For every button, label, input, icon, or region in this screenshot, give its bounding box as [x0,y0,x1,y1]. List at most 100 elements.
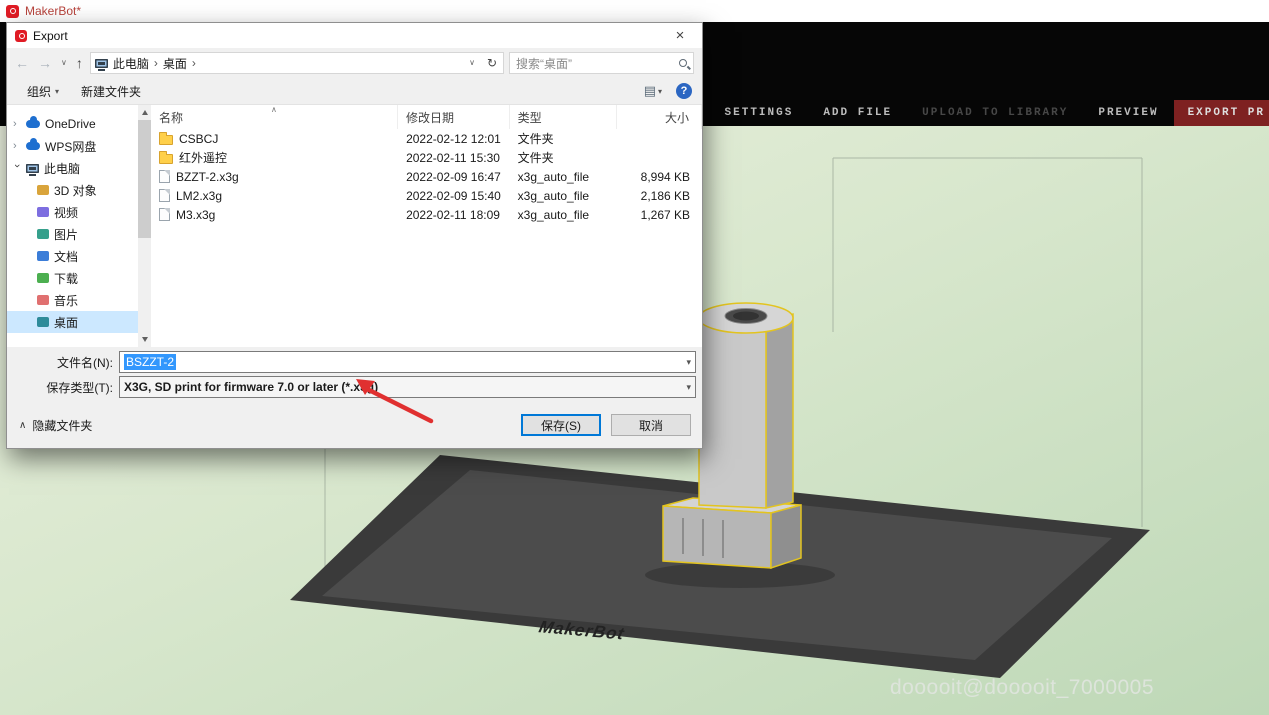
search-input[interactable]: 搜索“桌面” [509,52,694,74]
file-type: x3g_auto_file [510,208,618,222]
organize-menu[interactable]: 组织 ▾ [27,83,59,100]
save-button[interactable]: 保存(S) [521,414,601,436]
search-icon [679,59,687,67]
sidebar-label: OneDrive [45,117,96,131]
file-icon [159,208,170,221]
expand-chevron-icon[interactable]: › [13,140,21,152]
chevron-down-icon: ▾ [55,87,59,96]
back-icon[interactable]: ← [13,56,31,70]
toolbar-export-print-file[interactable]: EXPORT PR [1174,100,1269,126]
sidebar-item-videos[interactable]: 视频 [7,201,138,223]
sidebar-item-music[interactable]: 音乐 [7,289,138,311]
help-icon[interactable]: ? [676,83,692,99]
search-placeholder: 搜索“桌面” [516,55,675,72]
file-row[interactable]: CSBCJ 2022-02-12 12:01 文件夹 [151,129,702,148]
videos-icon [37,207,49,217]
view-options-icon[interactable]: ▤▾ [644,83,662,99]
sidebar-item-desktop[interactable]: 桌面 [7,311,138,333]
dialog-nav-bar: ← → ∨ ↑ 此电脑 › 桌面 › ∨ ↻ 搜索“桌面” [7,48,702,78]
file-list-header: 名称 ∧ 修改日期 类型 大小 [151,105,702,129]
dialog-content: › OneDrive › WPS网盘 › 此电脑 3D 对象 [7,105,702,347]
hide-folders-label: 隐藏文件夹 [32,417,92,434]
dialog-footer: ∧ 隐藏文件夹 保存(S) 取消 [7,398,702,436]
file-type: x3g_auto_file [510,189,618,203]
dialog-titlebar[interactable]: Export × [7,23,702,48]
file-size: 1,267 KB [617,208,702,222]
file-name: BZZT-2.x3g [176,170,239,184]
sidebar-label: 图片 [54,226,78,243]
refresh-icon[interactable]: ↻ [485,57,499,69]
watermark: dooooit@dooooit_7000005 [890,676,1154,700]
chevron-up-icon: ∧ [19,420,26,431]
file-date: 2022-02-11 18:09 [398,208,510,222]
hide-folders-toggle[interactable]: ∧ 隐藏文件夹 [19,417,92,434]
file-row[interactable]: BZZT-2.x3g 2022-02-09 16:47 x3g_auto_fil… [151,167,702,186]
file-type: 文件夹 [510,130,618,147]
breadcrumb-separator-icon: › [192,56,196,70]
expand-chevron-icon[interactable]: › [13,118,21,130]
sidebar-item-pictures[interactable]: 图片 [7,223,138,245]
cancel-button[interactable]: 取消 [611,414,691,436]
file-date: 2022-02-09 16:47 [398,170,510,184]
dialog-command-bar: 组织 ▾ 新建文件夹 ▤▾ ? [7,78,702,105]
column-header-type[interactable]: 类型 [510,105,618,129]
organize-label: 组织 [27,83,51,100]
file-type: x3g_auto_file [510,170,618,184]
toolbar-settings[interactable]: SETTINGS [710,100,809,126]
export-dialog: Export × ← → ∨ ↑ 此电脑 › 桌面 › ∨ ↻ 搜索“桌面” [6,22,703,449]
documents-icon [37,251,49,261]
navigation-pane: › OneDrive › WPS网盘 › 此电脑 3D 对象 [7,105,138,347]
pictures-icon [37,229,49,239]
sidebar-item-documents[interactable]: 文档 [7,245,138,267]
breadcrumb[interactable]: 此电脑 › 桌面 › ∨ ↻ [90,52,504,74]
computer-icon [95,59,108,68]
history-chevron-icon[interactable]: ∨ [59,59,69,67]
save-type-select[interactable]: X3G, SD print for firmware 7.0 or later … [119,376,696,398]
file-size: 8,994 KB [617,170,702,184]
sidebar-label: 此电脑 [44,160,80,177]
scroll-up-icon[interactable] [142,110,148,115]
scrollbar-thumb[interactable] [138,120,151,238]
breadcrumb-desktop[interactable]: 桌面 [163,55,187,72]
file-icon [159,189,170,202]
sidebar-item-onedrive[interactable]: › OneDrive [7,113,138,135]
sidebar-item-wps[interactable]: › WPS网盘 [7,135,138,157]
file-list: 名称 ∧ 修改日期 类型 大小 CSBCJ 2022-02-12 12: [151,105,702,347]
filename-value: BSZZT-2 [124,354,176,370]
column-header-size[interactable]: 大小 [617,105,702,129]
collapse-chevron-icon[interactable]: › [11,164,23,172]
breadcrumb-this-pc[interactable]: 此电脑 [113,55,149,72]
chevron-down-icon[interactable]: ▾ [686,382,691,393]
file-row[interactable]: 红外遥控 2022-02-11 15:30 文件夹 [151,148,702,167]
sidebar-label: 音乐 [54,292,78,309]
sidebar-label: 桌面 [54,314,78,331]
cloud-icon [26,120,40,128]
sidebar-item-3d-objects[interactable]: 3D 对象 [7,179,138,201]
toolbar-add-file[interactable]: ADD FILE [808,100,907,126]
column-label: 大小 [665,109,689,126]
filename-row: 文件名(N): BSZZT-2 ▾ [7,351,696,373]
sidebar-item-downloads[interactable]: 下载 [7,267,138,289]
forward-icon[interactable]: → [36,56,54,70]
close-icon[interactable]: × [658,23,702,48]
column-header-name[interactable]: 名称 ∧ [151,105,398,129]
music-icon [37,295,49,305]
up-icon[interactable]: ↑ [74,56,85,70]
breadcrumb-separator-icon: › [154,56,158,70]
scroll-down-icon[interactable] [142,337,148,342]
toolbar-preview[interactable]: PREVIEW [1083,100,1173,126]
sidebar-scrollbar[interactable] [138,105,151,347]
column-header-date[interactable]: 修改日期 [398,105,510,129]
filename-input[interactable]: BSZZT-2 ▾ [119,351,696,373]
file-name: LM2.x3g [176,189,222,203]
app-titlebar[interactable]: MakerBot* [0,0,1269,22]
address-dropdown-icon[interactable]: ∨ [467,59,477,67]
sidebar-item-this-pc[interactable]: › 此电脑 [7,157,138,179]
file-row[interactable]: M3.x3g 2022-02-11 18:09 x3g_auto_file 1,… [151,205,702,224]
sidebar-label: 下载 [54,270,78,287]
file-row[interactable]: LM2.x3g 2022-02-09 15:40 x3g_auto_file 2… [151,186,702,205]
column-label: 类型 [518,109,542,126]
chevron-down-icon[interactable]: ▾ [686,357,691,368]
new-folder-button[interactable]: 新建文件夹 [81,83,141,100]
column-label: 名称 [159,109,183,126]
